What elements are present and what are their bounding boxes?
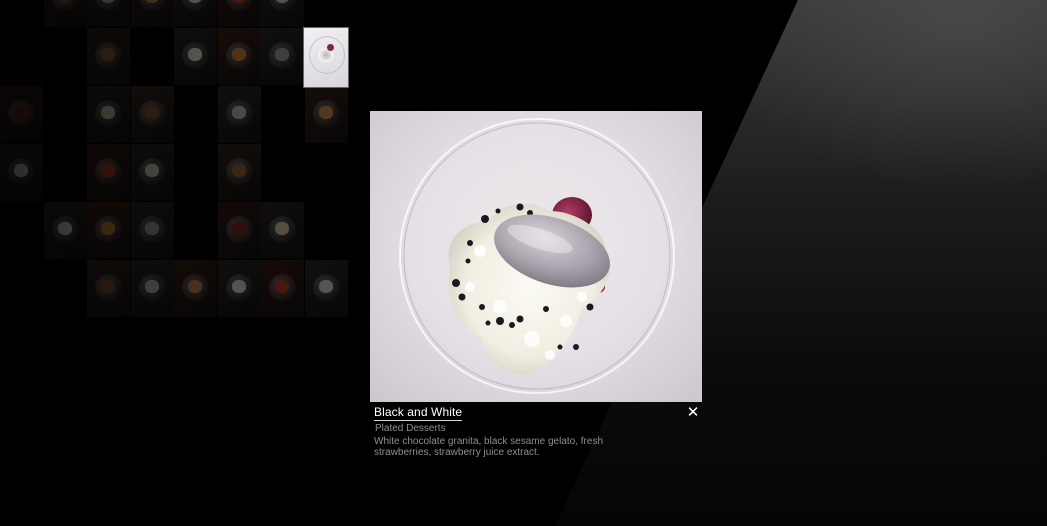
gallery-thumbnail[interactable] [43, 0, 87, 27]
gallery-thumbnail[interactable] [304, 260, 348, 317]
gallery-thumbnail[interactable] [217, 202, 261, 259]
thumbnail-dessert [57, 222, 72, 235]
lightbox-description: White chocolate granita, black sesame ge… [374, 436, 604, 458]
thumbnail-dessert [144, 222, 159, 235]
gallery-thumbnail[interactable] [130, 144, 174, 201]
gallery-thumbnail[interactable] [174, 28, 217, 85]
thumbnail-dessert [101, 222, 115, 235]
thumbnail-dessert [14, 164, 28, 177]
gallery-thumbnail[interactable] [174, 0, 217, 27]
thumbnail-grid [0, 0, 350, 320]
thumbnail-dessert [231, 164, 246, 177]
thumbnail-dessert [231, 222, 246, 235]
thumbnail-dessert [101, 164, 115, 177]
thumbnail-dessert [318, 106, 333, 119]
gallery-thumbnail[interactable] [261, 260, 304, 317]
gallery-thumbnail[interactable] [0, 144, 43, 201]
gallery-thumbnail[interactable] [87, 86, 130, 143]
gallery-thumbnail[interactable] [130, 86, 174, 143]
thumbnail-dessert [318, 280, 333, 293]
gallery-thumbnail[interactable] [304, 86, 348, 143]
thumbnail-dessert [275, 280, 289, 293]
thumbnail-dessert [231, 48, 246, 61]
thumbnail-dessert [144, 280, 159, 293]
thumbnail-dessert [144, 106, 159, 119]
close-button[interactable]: ✕ [686, 405, 700, 420]
lightbox-title: Black and White [374, 405, 463, 421]
gallery-thumbnail[interactable] [87, 202, 130, 259]
thumbnail-dessert [275, 222, 289, 235]
thumbnail-dessert [275, 48, 289, 61]
gallery-thumbnail[interactable] [87, 28, 130, 85]
gallery-thumbnail[interactable] [217, 0, 261, 27]
gallery-thumbnail[interactable] [87, 260, 130, 317]
lightbox-photo [370, 111, 702, 402]
thumbnail-dessert [188, 48, 202, 61]
gallery-thumbnail[interactable] [174, 260, 217, 317]
lightbox-category: Plated Desserts [375, 423, 446, 434]
thumbnail-dessert [231, 280, 246, 293]
thumbnail-dessert [14, 106, 28, 119]
gallery-thumbnail[interactable] [87, 144, 130, 201]
gallery-thumbnail[interactable] [261, 0, 304, 27]
gallery-thumbnail[interactable] [261, 202, 304, 259]
thumbnail-dessert [188, 280, 202, 293]
gallery-thumbnail[interactable] [261, 28, 304, 85]
thumbnail-dessert [231, 106, 246, 119]
dessert-photo-illustration [399, 118, 675, 394]
gallery-thumbnail[interactable] [217, 144, 261, 201]
gallery-thumbnail[interactable] [130, 202, 174, 259]
gallery-thumbnail[interactable] [217, 28, 261, 85]
gallery-thumbnail[interactable] [217, 260, 261, 317]
thumbnail-dessert [316, 48, 336, 62]
gallery-thumbnail[interactable] [217, 86, 261, 143]
gallery-thumbnail[interactable] [87, 0, 130, 27]
thumbnail-dessert [144, 164, 159, 177]
thumbnail-dessert [101, 280, 115, 293]
active-thumbnail[interactable] [304, 28, 348, 87]
thumbnail-dessert [101, 106, 115, 119]
gallery-thumbnail[interactable] [130, 0, 174, 27]
gallery-thumbnail[interactable] [43, 202, 87, 259]
thumbnail-dessert [101, 48, 115, 61]
gallery-thumbnail[interactable] [0, 86, 43, 143]
gallery-thumbnail[interactable] [130, 260, 174, 317]
thumbnail-strawberry [327, 44, 334, 51]
